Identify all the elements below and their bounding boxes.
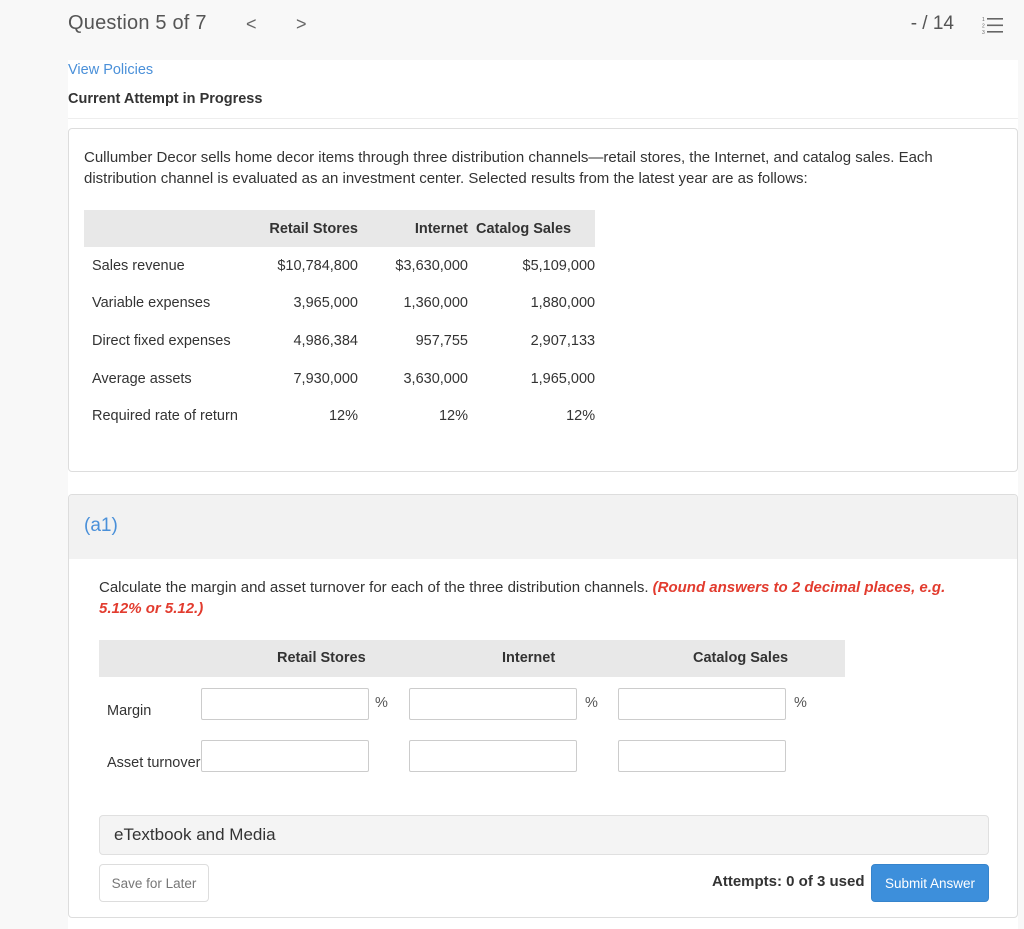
question-title: Question 5 of 7 (68, 12, 207, 34)
etextbook-label: eTextbook and Media (114, 825, 276, 844)
table-row: Required rate of return 12% 12% 12% (84, 397, 595, 435)
table-cell: 1,880,000 (530, 295, 596, 312)
table-cell: $5,109,000 (522, 257, 596, 274)
problem-text: Cullumber Decor sells home decor items t… (84, 149, 933, 187)
row-label: Required rate of return (92, 408, 238, 425)
table-row: Average assets 7,930,000 3,630,000 1,965,00… (84, 360, 595, 398)
instruction-main: Calculate the margin and asset turnover … (99, 579, 653, 596)
chevron-left-icon[interactable]: < (246, 12, 257, 36)
attempt-heading: Current Attempt in Progress (68, 91, 263, 107)
row-label-asset-turnover: Asset turnover (107, 755, 201, 771)
etextbook-media-toggle[interactable]: eTextbook and Media (99, 815, 989, 855)
svg-text:3: 3 (982, 30, 985, 36)
table-cell: 3,630,000 (403, 370, 468, 387)
column-header: Internet (502, 650, 556, 666)
row-label-margin: Margin (107, 703, 152, 719)
percent-unit: % (794, 695, 807, 711)
table-cell: $3,630,000 (395, 257, 468, 274)
chevron-right-icon[interactable]: > (296, 12, 307, 36)
table-cell: 12% (438, 408, 468, 425)
turnover-retail-input[interactable] (201, 740, 369, 772)
score-display: - / 14 (910, 13, 954, 34)
turnover-internet-input[interactable] (409, 740, 577, 772)
svg-text:1: 1 (982, 17, 985, 23)
table-cell: 1,965,000 (530, 370, 596, 387)
margin-internet-input[interactable] (409, 688, 577, 720)
row-label: Direct fixed expenses (92, 332, 231, 349)
column-header: Catalog Sales (468, 210, 596, 247)
table-cell: 1,360,000 (403, 295, 468, 312)
answer-table-header: Retail Stores Internet Catalog Sales (99, 640, 845, 677)
column-header: Internet (358, 210, 468, 247)
attempts-counter: Attempts: 0 of 3 used (712, 873, 865, 890)
problem-card: Cullumber Decor sells home decor items t… (68, 128, 1018, 472)
table-cell: $10,784,800 (277, 257, 358, 274)
question-header: Question 5 of 7 < > - / 14 1 2 3 (0, 0, 1024, 60)
numbered-list-icon[interactable]: 1 2 3 (982, 16, 1004, 36)
table-cell: 4,986,384 (293, 332, 358, 349)
divider (68, 118, 1018, 119)
given-data-table: Retail Stores Internet Catalog Sales Sal… (84, 210, 596, 435)
table-row: Variable expenses 3,965,000 1,360,000 1,880… (84, 285, 595, 323)
margin-retail-input[interactable] (201, 688, 369, 720)
column-header: Retail Stores (260, 210, 358, 247)
row-label: Variable expenses (92, 295, 211, 312)
part-label: (a1) (84, 515, 118, 536)
column-header (84, 210, 260, 247)
question-content: View Policies Current Attempt in Progres… (68, 60, 1018, 929)
view-policies-link[interactable]: View Policies (68, 62, 153, 78)
table-cell: 2,907,133 (530, 332, 596, 349)
table-cell: 3,965,000 (293, 295, 358, 312)
table-cell: 12% (566, 408, 596, 425)
percent-unit: % (585, 695, 598, 711)
part-header: (a1) (69, 495, 1017, 559)
column-header: Retail Stores (277, 650, 366, 666)
column-header: Catalog Sales (693, 650, 789, 666)
submit-answer-button[interactable]: Submit Answer (871, 864, 989, 902)
instruction-text: Calculate the margin and asset turnover … (99, 577, 989, 619)
row-label: Sales revenue (92, 257, 185, 274)
save-for-later-button[interactable]: Save for Later (99, 864, 209, 902)
part-a1-card: (a1) Calculate the margin and asset turn… (68, 494, 1018, 918)
margin-catalog-input[interactable] (618, 688, 786, 720)
table-header-row: Retail Stores Internet Catalog Sales (84, 210, 596, 247)
row-label: Average assets (92, 370, 192, 387)
percent-unit: % (375, 695, 388, 711)
table-cell: 12% (328, 408, 358, 425)
table-cell: 957,755 (415, 332, 468, 349)
svg-text:2: 2 (982, 24, 985, 30)
table-row: Direct fixed expenses 4,986,384 957,755 2,9… (84, 322, 595, 360)
turnover-catalog-input[interactable] (618, 740, 786, 772)
table-cell: 7,930,000 (293, 370, 358, 387)
table-row: Sales revenue $10,784,800 $3,630,000 $5,109… (84, 247, 595, 285)
